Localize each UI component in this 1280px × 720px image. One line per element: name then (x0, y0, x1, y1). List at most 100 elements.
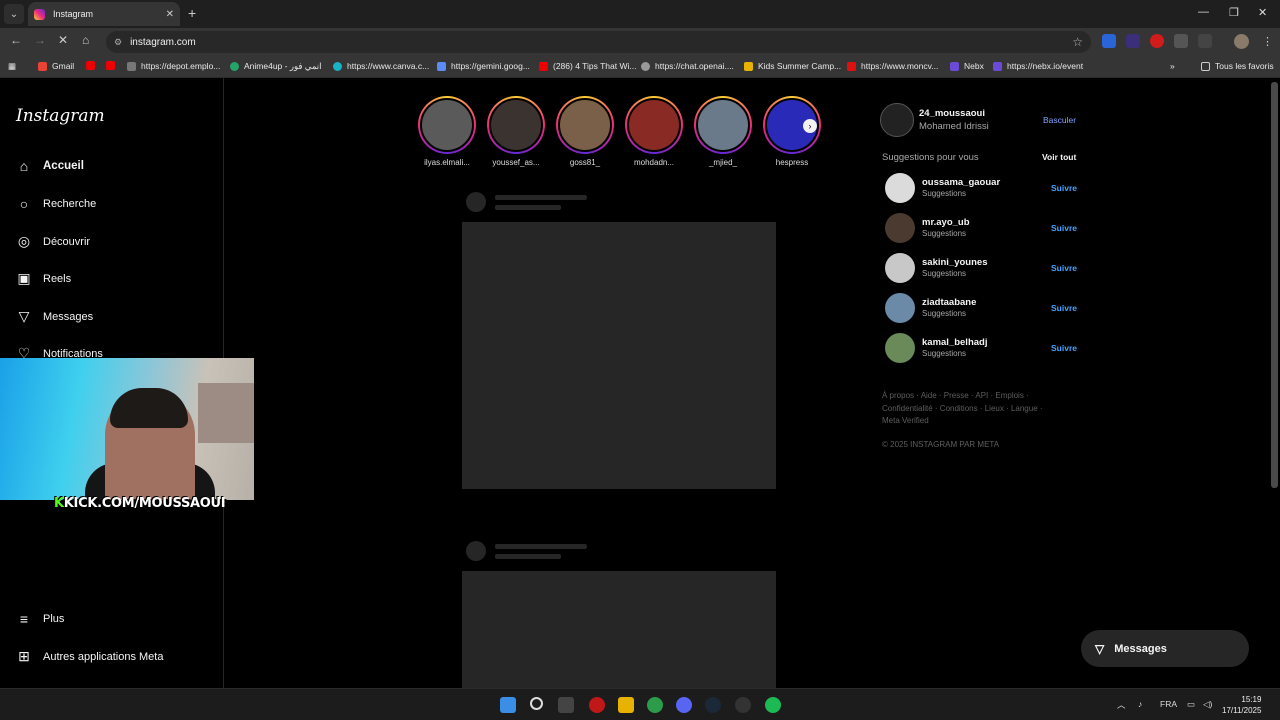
story-item[interactable]: goss81_ (552, 96, 618, 167)
bookmark-item[interactable]: https://chat.openai.... (641, 61, 734, 71)
home-browser-icon[interactable]: ⌂ (82, 33, 89, 47)
close-tab-icon[interactable]: ✕ (166, 9, 174, 20)
task-view-icon[interactable] (558, 697, 574, 713)
nav-meta-apps[interactable]: ⊞ Autres applications Meta (16, 648, 163, 665)
instagram-logo[interactable]: Instagram (16, 106, 105, 126)
extension-icon[interactable] (1174, 34, 1188, 48)
back-icon[interactable]: ← (10, 33, 22, 47)
story-item[interactable]: mohdadn... (621, 96, 687, 167)
extension-icon[interactable] (1150, 34, 1164, 48)
footer-links[interactable]: À propos · Aide · Presse · API · Emplois… (882, 390, 1052, 428)
story-item[interactable]: ilyas.elmali... (414, 96, 480, 167)
nav-explore[interactable]: ◎ Découvrir (16, 233, 90, 250)
language-indicator[interactable]: FRA (1160, 699, 1177, 709)
account-avatar[interactable] (880, 103, 914, 137)
messages-button[interactable]: ▽ Messages (1081, 630, 1249, 667)
suggestion-subtitle: Suggestions (922, 349, 967, 358)
more-bookmarks-icon[interactable]: » (1170, 61, 1175, 71)
story-item[interactable]: youssef_as... (483, 96, 549, 167)
nav-more[interactable]: ≡ Plus (16, 611, 65, 627)
suggestion-subtitle: Suggestions (922, 269, 967, 278)
scrollbar[interactable] (1271, 82, 1278, 488)
extension-icon[interactable] (1126, 34, 1140, 48)
bookmark-item[interactable]: https://www.moncv... (847, 61, 938, 71)
avatar[interactable] (885, 293, 915, 323)
nav-home[interactable]: ⌂ Accueil (16, 158, 84, 174)
follow-button[interactable]: Suivre (1051, 343, 1077, 353)
bookmark-item[interactable]: https://gemini.goog... (437, 61, 530, 71)
volume-icon[interactable]: ◁) (1203, 699, 1212, 710)
compass-icon: ◎ (17, 233, 31, 249)
follow-button[interactable]: Suivre (1051, 263, 1077, 273)
avatar[interactable] (885, 213, 915, 243)
suggestion-username[interactable]: sakini_younes (922, 257, 987, 268)
bookmark-item[interactable]: Anime4up - انمي فور (230, 61, 322, 72)
file-explorer-icon[interactable] (618, 697, 634, 713)
search-taskbar-icon[interactable] (530, 697, 543, 710)
obs-icon[interactable] (735, 697, 751, 713)
story-item[interactable]: hespress (759, 96, 825, 167)
moncv-icon (847, 61, 856, 71)
forward-icon[interactable]: → (34, 33, 46, 47)
extensions-puzzle-icon[interactable] (1198, 34, 1212, 48)
follow-button[interactable]: Suivre (1051, 183, 1077, 193)
bookmark-item[interactable]: Nebx (950, 61, 984, 71)
suggestion-username[interactable]: oussama_gaouar (922, 177, 1000, 188)
close-window-icon[interactable]: ✕ (1258, 6, 1267, 19)
url-field[interactable]: ⚙ instagram.com ☆ (106, 31, 1091, 53)
bookmark-item[interactable]: Kids Summer Camp... (744, 61, 841, 71)
suggestion-username[interactable]: kamal_belhadj (922, 337, 987, 348)
browser-menu-icon[interactable]: ⋮ (1262, 35, 1273, 48)
bookmark-item[interactable] (106, 61, 120, 70)
app-icon[interactable] (589, 697, 605, 713)
browser-tab[interactable]: Instagram ✕ (28, 2, 180, 26)
bookmark-item[interactable]: (286) 4 Tips That Wi... (539, 61, 636, 71)
nav-messages[interactable]: ▽ Messages (16, 308, 94, 325)
avatar[interactable] (885, 173, 915, 203)
apps-grid-icon[interactable]: ▦ (8, 61, 16, 72)
restore-icon[interactable]: ❐ (1229, 6, 1239, 19)
avatar[interactable] (885, 253, 915, 283)
suggestion-subtitle: Suggestions (922, 309, 967, 318)
bookmark-star-icon[interactable]: ☆ (1072, 35, 1083, 49)
stop-loading-icon[interactable]: ✕ (58, 33, 68, 47)
profile-avatar[interactable] (1234, 34, 1249, 49)
network-icon[interactable]: ▭ (1187, 699, 1195, 710)
suggestion-username[interactable]: mr.ayo_ub (922, 217, 970, 228)
all-bookmarks-folder[interactable]: Tous les favoris (1201, 61, 1274, 71)
bookmark-item[interactable]: Gmail (38, 61, 74, 71)
follow-button[interactable]: Suivre (1051, 303, 1077, 313)
bookmark-item[interactable]: https://www.canva.c... (333, 61, 429, 71)
openai-icon (641, 61, 650, 71)
account-fullname: Mohamed Idrissi (919, 121, 989, 132)
site-info-icon[interactable]: ⚙ (114, 37, 122, 48)
youtube-icon[interactable] (86, 61, 95, 70)
windows-start-icon[interactable] (500, 697, 516, 713)
nav-reels[interactable]: ▣ Reels (16, 270, 71, 287)
story-item[interactable]: _mjied_ (690, 96, 756, 167)
nav-search[interactable]: ○ Recherche (16, 196, 96, 212)
account-username[interactable]: 24_moussaoui (919, 108, 985, 119)
clock[interactable]: 15:19 17/11/2025 (1222, 694, 1261, 716)
follow-button[interactable]: Suivre (1051, 223, 1077, 233)
steam-icon[interactable] (705, 697, 721, 713)
suggestion-username[interactable]: ziadtaabane (922, 297, 976, 308)
stories-next-icon[interactable]: › (803, 119, 817, 133)
minimize-icon[interactable]: — (1198, 6, 1209, 18)
microphone-icon[interactable]: ♪ (1138, 699, 1142, 709)
bookmark-item[interactable]: https://nebx.io/event (993, 61, 1083, 71)
switch-account-button[interactable]: Basculer (1043, 115, 1076, 125)
new-tab-icon[interactable]: + (188, 5, 196, 21)
extension-icon[interactable] (1102, 34, 1116, 48)
tab-search-icon[interactable]: ⌄ (4, 4, 24, 24)
tray-chevron-icon[interactable]: ︿ (1117, 699, 1126, 711)
discord-icon[interactable] (676, 697, 692, 713)
youtube-icon (106, 61, 115, 70)
see-all-link[interactable]: Voir tout (1042, 152, 1076, 162)
instagram-favicon-icon (34, 8, 45, 20)
bookmark-item[interactable]: https://depot.emplo... (127, 61, 220, 71)
nebx-icon (950, 61, 959, 71)
spotify-icon[interactable] (765, 697, 781, 713)
avatar[interactable] (885, 333, 915, 363)
chrome-icon[interactable] (647, 697, 663, 713)
